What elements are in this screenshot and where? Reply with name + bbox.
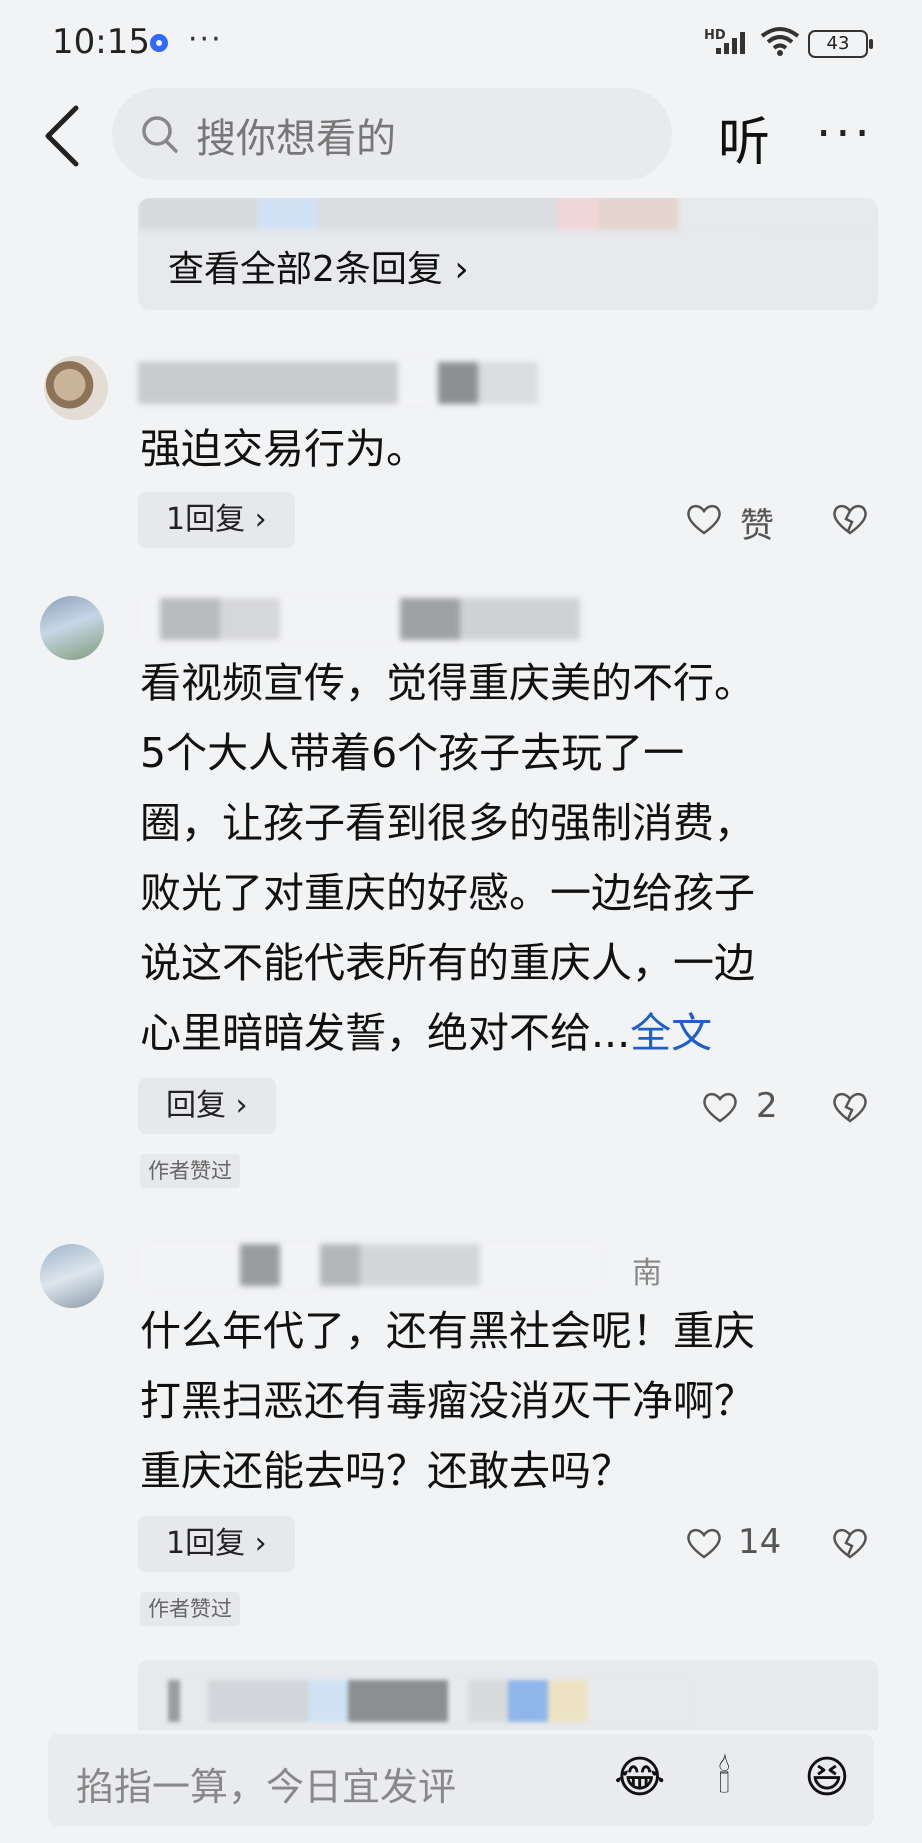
signal-icon bbox=[716, 32, 745, 54]
username-blurred[interactable] bbox=[140, 598, 580, 640]
blurred-reply-text bbox=[168, 1680, 688, 1722]
search-input[interactable]: 搜你想看的 bbox=[196, 106, 396, 164]
back-icon[interactable] bbox=[40, 104, 84, 168]
listen-button[interactable]: 听 bbox=[718, 100, 770, 175]
comment-input[interactable]: 掐指一算，今日宜发评 bbox=[76, 1756, 456, 1811]
candle-emoji-icon[interactable]: 🕯 bbox=[718, 1752, 731, 1803]
reply-preview-card[interactable]: 查看全部2条回复 › bbox=[138, 198, 878, 310]
username-blurred[interactable] bbox=[140, 1244, 600, 1286]
reply-preview-card[interactable] bbox=[138, 1660, 878, 1730]
comment-line-text: 心里暗暗发誓，绝对不给... bbox=[140, 1009, 631, 1057]
reply-button[interactable]: 1回复 › bbox=[138, 1516, 295, 1572]
dislike-icon[interactable] bbox=[832, 1090, 868, 1124]
like-count: 14 bbox=[738, 1522, 782, 1562]
status-bar: 10:15 ··· HD 43 bbox=[0, 0, 922, 88]
reply-button[interactable]: 回复 › bbox=[138, 1078, 276, 1134]
like-label[interactable]: 赞 bbox=[740, 498, 774, 547]
comment-text: 什么年代了，还有黑社会呢！重庆 打黑扫恶还有毒瘤没消灭干净啊？ 重庆还能去吗？还… bbox=[140, 1296, 880, 1506]
username-suffix: 南 bbox=[632, 1256, 662, 1291]
avatar[interactable] bbox=[40, 1244, 104, 1308]
author-liked-badge: 作者赞过 bbox=[140, 1154, 240, 1188]
view-all-replies-link[interactable]: 查看全部2条回复 › bbox=[168, 240, 469, 292]
reply-button[interactable]: 1回复 › bbox=[138, 492, 295, 548]
like-icon[interactable] bbox=[686, 502, 722, 536]
comment-text: 看视频宣传，觉得重庆美的不行。 5个大人带着6个孩子去玩了一 圈，让孩子看到很多… bbox=[140, 648, 880, 1068]
comment-line: 5个大人带着6个孩子去玩了一 bbox=[140, 729, 685, 777]
dislike-icon[interactable] bbox=[832, 502, 868, 536]
comment-line: 说这不能代表所有的重庆人，一边 bbox=[140, 939, 755, 987]
avatar[interactable] bbox=[44, 356, 108, 420]
comment-line: 败光了对重庆的好感。一边给孩子 bbox=[140, 869, 755, 917]
grinning-emoji-icon[interactable]: 😆 bbox=[804, 1752, 850, 1803]
comment-line: 打黑扫恶还有毒瘤没消灭干净啊？ bbox=[140, 1377, 755, 1425]
full-text-link[interactable]: 全文 bbox=[630, 1009, 712, 1057]
avatar[interactable] bbox=[40, 596, 104, 660]
like-count: 2 bbox=[756, 1086, 778, 1126]
comment-line: 心里暗暗发誓，绝对不给...全文 bbox=[140, 998, 880, 1068]
dislike-icon[interactable] bbox=[832, 1526, 868, 1560]
notification-icon bbox=[150, 34, 168, 52]
comment-input-bar[interactable]: 掐指一算，今日宜发评 😂 🕯 😆 bbox=[48, 1734, 874, 1826]
battery-icon: 43 bbox=[808, 30, 873, 58]
laughing-crying-emoji-icon[interactable]: 😂 bbox=[614, 1752, 665, 1803]
username-blurred[interactable] bbox=[138, 362, 538, 404]
blurred-reply-text bbox=[138, 198, 878, 230]
status-more-icon: ··· bbox=[188, 22, 223, 57]
comment-line: 圈，让孩子看到很多的强制消费， bbox=[140, 799, 755, 847]
comment-line: 重庆还能去吗？还敢去吗？ bbox=[140, 1447, 632, 1495]
wifi-icon bbox=[760, 27, 800, 56]
comment-line: 看视频宣传，觉得重庆美的不行。 bbox=[140, 659, 755, 707]
search-icon bbox=[142, 116, 178, 153]
status-time: 10:15 bbox=[52, 22, 150, 62]
more-menu-icon[interactable]: ··· bbox=[816, 106, 874, 162]
comment-text: 强迫交易行为。 bbox=[140, 425, 427, 473]
like-icon[interactable] bbox=[702, 1090, 738, 1124]
like-icon[interactable] bbox=[686, 1526, 722, 1560]
author-liked-badge: 作者赞过 bbox=[140, 1592, 240, 1626]
comment-line: 什么年代了，还有黑社会呢！重庆 bbox=[140, 1307, 755, 1355]
